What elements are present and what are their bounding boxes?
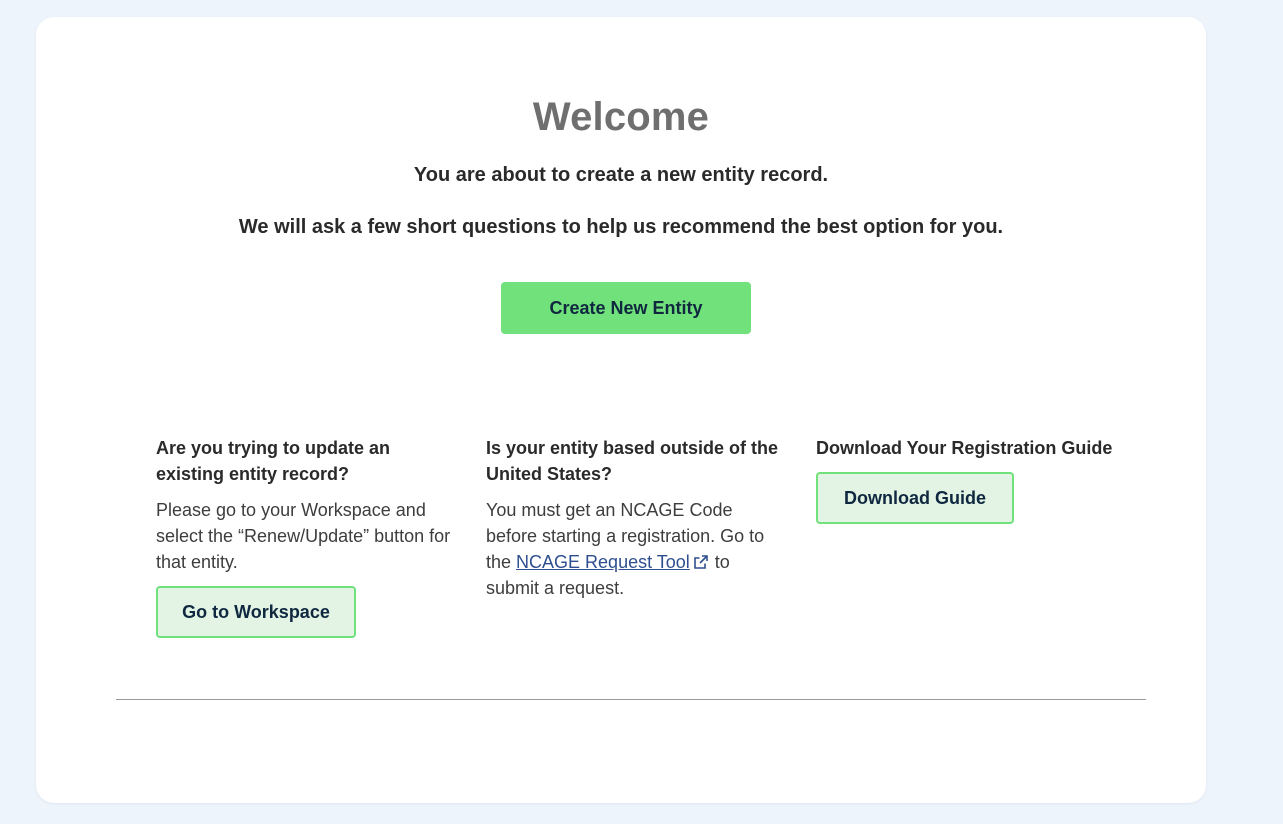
go-to-workspace-button[interactable]: Go to Workspace (156, 586, 356, 638)
welcome-card: Welcome You are about to create a new en… (36, 17, 1206, 803)
download-guide-button[interactable]: Download Guide (816, 472, 1014, 524)
update-entity-text: Please go to your Workspace and select t… (156, 500, 451, 572)
registration-guide-heading: Download Your Registration Guide (816, 438, 1113, 458)
intro-line-2: We will ask a few short questions to hel… (238, 216, 1004, 238)
outside-us-section: Is your entity based outside of the Unit… (486, 435, 786, 601)
ncage-request-tool-link[interactable]: NCAGE Request Tool (516, 552, 690, 572)
page-title: Welcome (532, 95, 710, 139)
update-entity-section: Are you trying to update an existing ent… (156, 435, 456, 638)
registration-guide-section: Download Your Registration Guide Downloa… (816, 435, 1116, 524)
create-new-entity-button[interactable]: Create New Entity (501, 282, 751, 334)
external-link-icon (693, 555, 708, 569)
outside-us-text: You must get an NCAGE Code before starti… (486, 497, 786, 601)
section-divider (116, 699, 1146, 700)
intro-line-1: You are about to create a new entity rec… (413, 164, 829, 186)
update-entity-heading: Are you trying to update an existing ent… (156, 438, 391, 484)
outside-us-heading: Is your entity based outside of the Unit… (486, 438, 779, 484)
